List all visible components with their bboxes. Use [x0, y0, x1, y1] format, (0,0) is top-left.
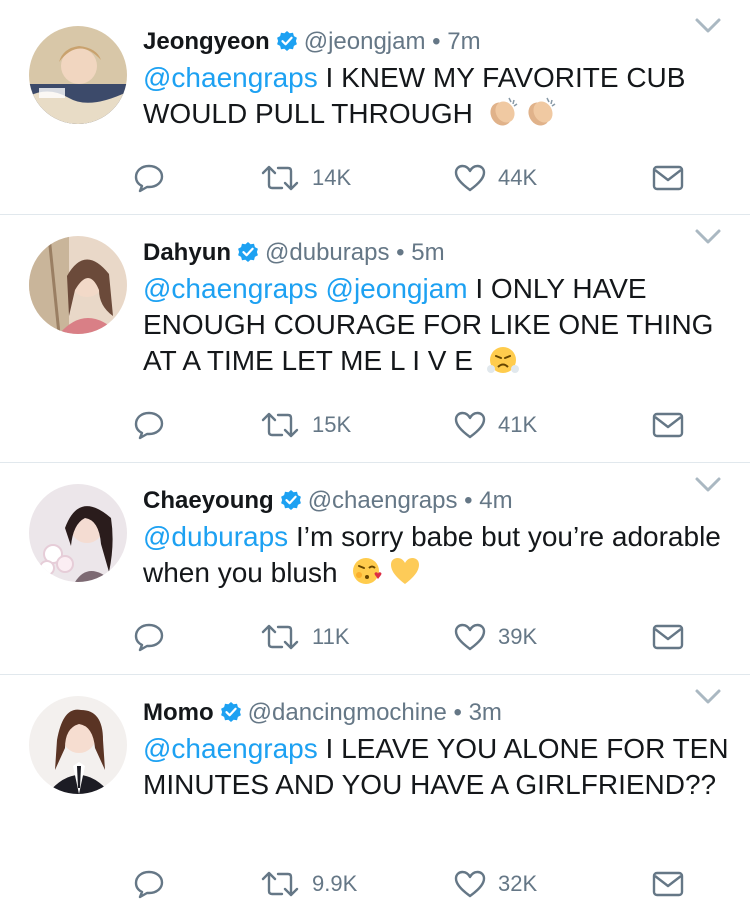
direct-message-button[interactable]: [652, 620, 684, 654]
direct-message-button[interactable]: [652, 867, 684, 901]
separator-dot: •: [453, 699, 462, 726]
reply-icon: [133, 410, 165, 440]
timestamp[interactable]: 7m: [447, 28, 480, 55]
retweet-button[interactable]: 9.9K: [260, 867, 357, 901]
envelope-icon: [652, 623, 684, 651]
verified-badge-icon: [276, 30, 298, 52]
chevron-down-icon[interactable]: [693, 227, 723, 247]
handle[interactable]: @jeongjam: [304, 28, 426, 55]
like-button[interactable]: 39K: [454, 620, 537, 654]
face-blowing-kiss-emoji-icon: [351, 555, 383, 587]
reply-button[interactable]: [133, 161, 165, 195]
tweet[interactable]: Dahyun @duburaps • 5m @chaengraps @jeongj…: [0, 215, 750, 462]
retweet-icon: [260, 410, 300, 440]
retweet-count: 15K: [312, 412, 352, 437]
like-count: 39K: [498, 624, 538, 649]
retweet-count: 11K: [312, 624, 350, 649]
display-name[interactable]: Jeongyeon: [143, 28, 270, 55]
retweet-icon: [260, 622, 300, 652]
tweet-actions: 9.9K 32K: [0, 867, 750, 901]
chevron-down-icon[interactable]: [693, 475, 723, 495]
tweet-actions: 15K 41K: [0, 408, 750, 442]
timestamp[interactable]: 4m: [479, 487, 512, 514]
yellow-heart-emoji-icon: [389, 555, 421, 587]
direct-message-button[interactable]: [652, 408, 684, 442]
verified-badge-icon: [280, 489, 302, 511]
tweet-actions: 11K 39K: [0, 620, 750, 654]
mention-link[interactable]: @chaengraps: [143, 62, 318, 93]
tweet-header: Jeongyeon @jeongjam • 7m: [143, 27, 481, 57]
avatar[interactable]: [29, 26, 127, 124]
tweet-text: @duburaps I’m sorry babe but you’re ador…: [143, 519, 733, 591]
mention-link[interactable]: @duburaps: [143, 521, 288, 552]
retweet-icon: [260, 163, 300, 193]
tweet-header: Momo @dancingmochine • 3m: [143, 698, 502, 728]
tweet-text: @chaengraps @jeongjam I ONLY HAVE ENOUGH…: [143, 271, 733, 379]
reply-icon: [133, 869, 165, 899]
envelope-icon: [652, 164, 684, 192]
reply-button[interactable]: [133, 867, 165, 901]
tweet-text: @chaengraps I KNEW MY FAVORITE CUB WOULD…: [143, 60, 733, 132]
heart-icon: [454, 622, 486, 652]
retweet-button[interactable]: 14K: [260, 161, 351, 195]
heart-icon: [454, 410, 486, 440]
face-with-steam-emoji-icon: [486, 343, 519, 375]
avatar[interactable]: [29, 696, 127, 794]
direct-message-button[interactable]: [652, 161, 684, 195]
handle[interactable]: @dancingmochine: [248, 699, 447, 726]
tweet[interactable]: Chaeyoung @chaengraps • 4m @duburaps I’m …: [0, 463, 750, 674]
verified-badge-icon: [237, 241, 259, 263]
reply-icon: [133, 622, 165, 652]
heart-icon: [454, 869, 486, 899]
tweet-header: Dahyun @duburaps • 5m: [143, 238, 445, 268]
reply-icon: [133, 163, 165, 193]
tweet-header: Chaeyoung @chaengraps • 4m: [143, 486, 513, 516]
tweet[interactable]: Jeongyeon @jeongjam • 7m @chaengraps I KN…: [0, 0, 750, 214]
like-count: 32K: [498, 871, 538, 896]
retweet-count: 9.9K: [312, 871, 358, 896]
timestamp[interactable]: 3m: [469, 699, 502, 726]
like-count: 41K: [498, 412, 538, 437]
handle[interactable]: @chaengraps: [308, 487, 458, 514]
separator-dot: •: [464, 487, 473, 514]
retweet-button[interactable]: 15K: [260, 408, 351, 442]
clapping-hands-emoji-icon: [487, 96, 519, 128]
clapping-hands-emoji-icon: [525, 96, 557, 128]
display-name[interactable]: Chaeyoung: [143, 487, 274, 514]
like-button[interactable]: 32K: [454, 867, 537, 901]
avatar[interactable]: [29, 236, 127, 334]
display-name[interactable]: Momo: [143, 699, 214, 726]
chevron-down-icon[interactable]: [693, 687, 723, 707]
retweet-count: 14K: [312, 165, 352, 190]
separator-dot: •: [432, 28, 441, 55]
timestamp[interactable]: 5m: [411, 239, 444, 266]
envelope-icon: [652, 870, 684, 898]
tweet[interactable]: Momo @dancingmochine • 3m @chaengraps I L…: [0, 675, 750, 921]
mention-link[interactable]: @chaengraps @jeongjam: [143, 273, 468, 304]
display-name[interactable]: Dahyun: [143, 239, 231, 266]
verified-badge-icon: [220, 701, 242, 723]
like-button[interactable]: 41K: [454, 408, 537, 442]
separator-dot: •: [396, 239, 405, 266]
avatar[interactable]: [29, 484, 127, 582]
retweet-icon: [260, 869, 300, 899]
like-count: 44K: [498, 165, 538, 190]
heart-icon: [454, 163, 486, 193]
envelope-icon: [652, 411, 684, 439]
mention-link[interactable]: @chaengraps: [143, 733, 318, 764]
handle[interactable]: @duburaps: [265, 239, 389, 266]
reply-button[interactable]: [133, 620, 165, 654]
reply-button[interactable]: [133, 408, 165, 442]
like-button[interactable]: 44K: [454, 161, 537, 195]
tweet-actions: 14K 44K: [0, 161, 750, 195]
chevron-down-icon[interactable]: [693, 16, 723, 36]
tweet-text: @chaengraps I LEAVE YOU ALONE FOR TEN MI…: [143, 731, 733, 803]
retweet-button[interactable]: 11K: [260, 620, 350, 654]
